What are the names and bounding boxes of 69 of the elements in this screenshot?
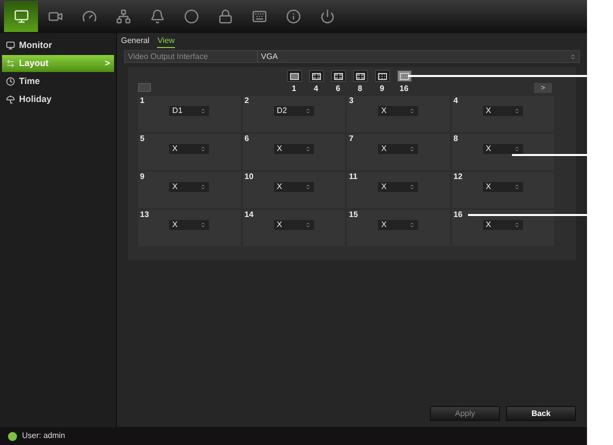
camera-select[interactable]: X (169, 144, 210, 154)
camera-select[interactable]: X (482, 144, 523, 154)
info-icon (286, 9, 300, 24)
camera-select[interactable]: X (378, 220, 418, 230)
field-label: Video Output Interface (125, 50, 258, 62)
cell-number: 1 (140, 96, 144, 106)
cell-number: 12 (454, 172, 462, 182)
sidebar-item[interactable]: Monitor (2, 37, 114, 54)
camera-select[interactable]: X (482, 182, 523, 192)
field-value: VGA (260, 50, 279, 62)
cell-number: 16 (454, 210, 462, 220)
camera-select[interactable]: X (274, 182, 314, 192)
layout-count: 1 (292, 85, 296, 93)
layout-button[interactable] (352, 70, 368, 82)
camera-select[interactable]: X (378, 182, 418, 192)
toolbar-button[interactable] (4, 1, 38, 32)
clock-icon (6, 77, 15, 86)
tab[interactable]: General (121, 35, 150, 47)
user-label: User: admin (22, 430, 66, 442)
camera-select[interactable]: X (378, 106, 418, 116)
tab[interactable]: View (157, 34, 175, 48)
cell-number: 7 (349, 134, 354, 144)
camera-icon (48, 9, 62, 24)
monitor-icon (6, 41, 15, 50)
lock-icon (218, 9, 232, 24)
cell-number: 15 (349, 210, 358, 220)
camera-select[interactable]: X (378, 144, 418, 154)
umbrella-icon (6, 95, 15, 104)
camera-select[interactable]: X (274, 220, 314, 230)
power-icon (320, 9, 334, 24)
layout-count: 4 (314, 85, 318, 93)
cell-number: 6 (244, 134, 249, 144)
layout-count: 9 (380, 85, 384, 93)
cell-number: 2 (244, 96, 249, 106)
network-icon (116, 9, 130, 24)
layout-button[interactable] (396, 70, 412, 82)
sidebar-item[interactable]: Time (2, 73, 114, 90)
camera-select[interactable]: X (482, 106, 523, 116)
camera-select[interactable]: X (482, 220, 523, 230)
bell-icon (150, 9, 164, 24)
monitor-icon (14, 9, 28, 24)
cell-number: 10 (244, 172, 254, 182)
layout-button[interactable] (374, 70, 390, 82)
layout-count: 6 (336, 85, 340, 93)
layout-button[interactable] (330, 70, 346, 82)
sidebar-item[interactable]: Holiday (2, 91, 114, 108)
cell-number: 5 (140, 134, 144, 144)
cell-number: 14 (244, 210, 254, 220)
gauge-icon (82, 9, 96, 24)
cell-number: 8 (454, 134, 458, 144)
camera-select[interactable]: X (169, 220, 210, 230)
cell-number: 9 (140, 172, 144, 182)
layout-count: 16 (400, 85, 408, 93)
layout-icon (6, 59, 15, 68)
layout-button[interactable] (308, 70, 324, 82)
layout-button[interactable] (286, 70, 302, 82)
user-status-icon (8, 432, 17, 440)
keyboard-icon (252, 9, 266, 24)
camera-select[interactable]: D2 (274, 106, 314, 116)
cell-number: 3 (349, 96, 354, 106)
output-field[interactable]: Video Output Interface VGA (124, 50, 580, 63)
cell-number: 11 (349, 172, 358, 182)
cell-number: 13 (140, 210, 149, 220)
camera-select[interactable]: X (169, 182, 210, 192)
action-button[interactable]: Back (506, 406, 576, 421)
camera-select[interactable]: X (274, 144, 314, 154)
camera-select[interactable]: D1 (169, 106, 210, 116)
cell-number: 4 (454, 96, 458, 106)
layout-count: 8 (358, 85, 362, 93)
